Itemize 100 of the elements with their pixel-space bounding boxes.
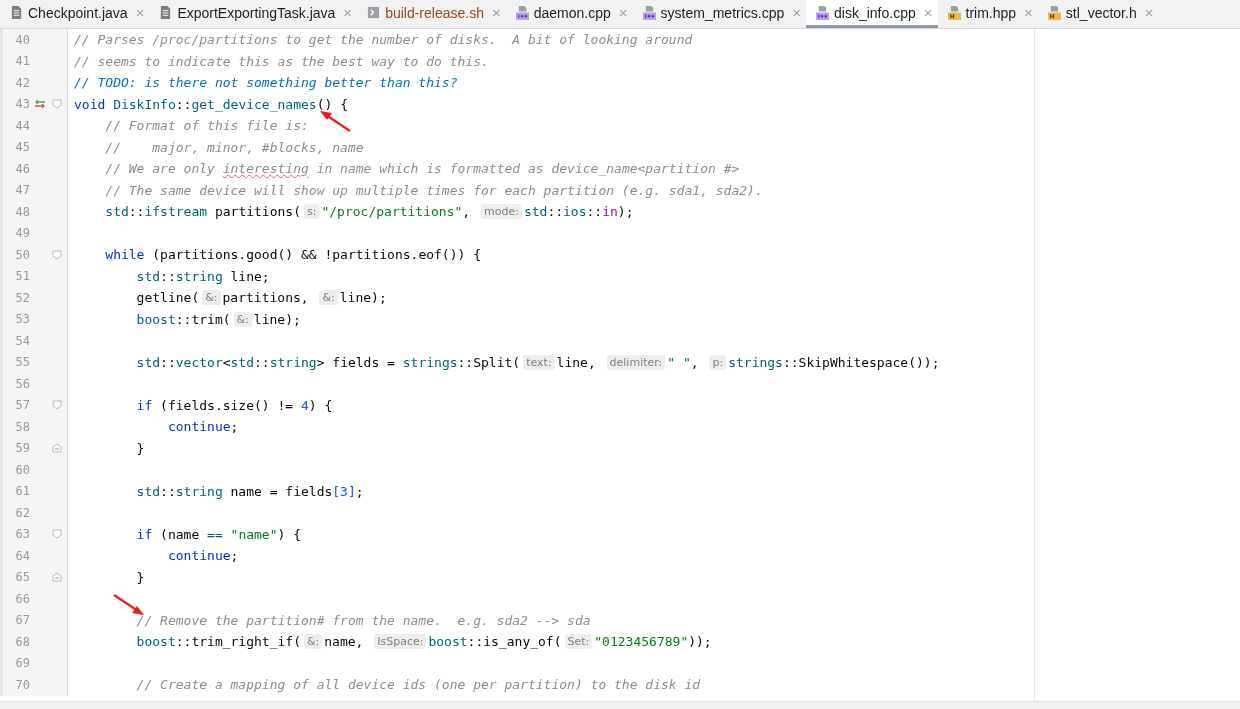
line-number: 40 xyxy=(14,32,30,47)
line-number: 55 xyxy=(14,355,30,370)
fold-marker-icon[interactable] xyxy=(52,400,62,411)
code-text: name = fields xyxy=(229,483,333,499)
code-text: partitions, xyxy=(222,290,310,306)
fold-marker-icon[interactable] xyxy=(52,249,62,260)
tab-label: trim.hpp xyxy=(965,4,1017,21)
identifier: strings xyxy=(402,354,458,370)
fold-marker-icon[interactable] xyxy=(52,99,62,110)
identifier: == xyxy=(207,526,223,542)
parameter-hint: p: xyxy=(709,354,727,370)
keyword: if xyxy=(135,526,153,542)
editor-tab[interactable]: Checkpoint.java × xyxy=(0,0,150,28)
parameter-hint: &: xyxy=(319,290,338,306)
line-number: 50 xyxy=(14,247,30,262)
parameter-hint: &: xyxy=(304,634,323,650)
identifier: std xyxy=(135,354,161,370)
line-number: 44 xyxy=(14,118,30,133)
identifier: string xyxy=(269,354,317,370)
line-number: 70 xyxy=(14,677,30,692)
todo-comment: // TODO: is there not something better than this? xyxy=(74,75,458,91)
line-number: 42 xyxy=(14,75,30,90)
string-literal: "name" xyxy=(229,526,278,542)
code-text: :: xyxy=(254,354,270,370)
identifier: boost xyxy=(135,634,176,650)
parameter-hint: delimiter: xyxy=(606,354,666,370)
code-text: :: xyxy=(160,483,176,499)
parameter-hint: s: xyxy=(304,204,320,220)
horizontal-scrollbar[interactable] xyxy=(0,701,1240,709)
fold-marker-icon[interactable] xyxy=(52,443,62,454)
identifier: string xyxy=(175,268,223,284)
line-number: 54 xyxy=(14,333,30,348)
header-file-icon xyxy=(1047,5,1061,20)
line-number: 53 xyxy=(14,312,30,327)
identifier: strings xyxy=(728,354,783,370)
code-comment: // Format of this file is: xyxy=(104,118,309,134)
identifier: string xyxy=(175,483,223,499)
arrow-icon xyxy=(112,592,146,617)
code-text: < xyxy=(222,354,231,370)
line-number: 56 xyxy=(14,376,30,391)
code-text: )); xyxy=(688,634,712,650)
identifier: std xyxy=(523,204,548,220)
line-number: 68 xyxy=(14,634,30,649)
code-text: } xyxy=(135,440,145,456)
editor-tab[interactable]: build-release.sh × xyxy=(357,0,506,28)
tab-label: daemon.cpp xyxy=(533,4,611,21)
code-text: () { xyxy=(316,96,348,112)
parameter-hint: Set: xyxy=(564,634,593,650)
line-number: 59 xyxy=(14,441,30,456)
code-comment: // Parses /proc/partitions to get the number of disks. A bit of looking around xyxy=(74,32,693,48)
code-text: ; xyxy=(230,548,239,564)
identifier: vector xyxy=(175,354,223,370)
code-comment: // Create a mapping of all device ids (one per partition) to the disk id xyxy=(135,677,701,693)
editor-tab[interactable]: stl_vector.h × xyxy=(1037,0,1159,28)
code-text: line); xyxy=(339,290,387,306)
editor-tab[interactable]: trim.hpp × xyxy=(937,0,1038,28)
code-text: :: xyxy=(128,204,145,220)
line-number: 51 xyxy=(14,269,30,284)
line-number: 43 xyxy=(14,97,30,112)
parameter-hint: mode: xyxy=(481,204,522,220)
line-number: 69 xyxy=(14,656,30,671)
tab-label: system_metrics.cpp xyxy=(660,4,785,21)
tab-label: ExportExportingTask.java xyxy=(177,4,336,21)
keyword: while xyxy=(104,247,145,263)
code-text: :: xyxy=(160,354,176,370)
editor-tab[interactable]: ExportExportingTask.java × xyxy=(149,0,358,28)
keyword: continue xyxy=(166,419,231,435)
editor-tab[interactable]: system_metrics.cpp × xyxy=(632,0,807,28)
code-text: (fields.size() != xyxy=(159,397,295,413)
fold-marker-icon[interactable] xyxy=(52,529,62,540)
code-text: ::is_any_of( xyxy=(467,634,562,650)
parameter-hint: &: xyxy=(233,311,252,327)
identifier: ios xyxy=(563,204,587,220)
swap-arrows-icon[interactable] xyxy=(34,99,46,110)
line-number: 46 xyxy=(14,161,30,176)
file-icon xyxy=(10,5,23,20)
code-text: :: xyxy=(586,204,603,220)
cpp-file-icon xyxy=(816,5,830,20)
header-file-icon xyxy=(947,5,961,20)
code-text: , xyxy=(462,204,472,220)
terminal-icon xyxy=(367,5,381,20)
code-text: line, xyxy=(556,354,597,370)
enum-value: in xyxy=(602,204,618,220)
code-text: > fields = xyxy=(316,354,396,370)
code-text: ::Split( xyxy=(457,354,521,370)
code-text: , xyxy=(690,354,700,370)
code-text: :: xyxy=(547,204,564,220)
code-text: ); xyxy=(617,204,634,220)
line-number: 60 xyxy=(14,462,30,477)
editor-tab[interactable]: disk_info.cpp × xyxy=(806,0,938,28)
code-text: ; xyxy=(355,483,364,499)
code-text: } xyxy=(135,569,145,585)
code-comment: // Remove the partition# from the name. e.g. sda2 --> sda xyxy=(135,612,591,628)
number-literal: 4 xyxy=(301,397,309,413)
parameter-hint: text: xyxy=(523,354,555,370)
identifier: boost xyxy=(428,634,468,650)
parameter-hint: IsSpace: xyxy=(374,634,427,650)
editor-tab[interactable]: daemon.cpp × xyxy=(505,0,633,28)
identifier: DiskInfo xyxy=(113,96,176,112)
fold-marker-icon[interactable] xyxy=(52,572,62,583)
